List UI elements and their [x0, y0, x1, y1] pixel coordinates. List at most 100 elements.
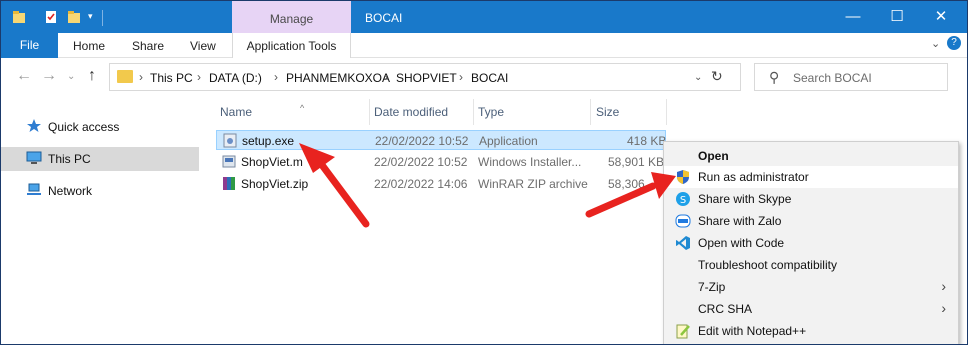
menu-item-label: Open	[698, 149, 729, 163]
file-size: 58,901 KB	[608, 155, 665, 169]
folder-icon	[117, 70, 133, 83]
menu-item-label: 7-Zip	[698, 280, 726, 294]
uac-shield-icon	[677, 170, 689, 184]
menu-item-label: CRC SHA	[698, 302, 753, 316]
forward-arrow-icon[interactable]: →	[41, 67, 57, 85]
crumb-separator: ›	[197, 70, 201, 84]
file-size: 418 KB	[627, 134, 667, 148]
menu-item-label: Open with Code	[698, 236, 785, 250]
tab-application-tools[interactable]: Application Tools	[232, 33, 351, 58]
file-size: 58,306	[608, 177, 645, 191]
crumb-separator: ›	[459, 70, 463, 84]
menu-item-label: Edit with Notepad++	[698, 324, 807, 338]
recent-locations-icon[interactable]: ⌄	[67, 71, 75, 82]
menu-item-crc-sha[interactable]: CRC SHA ›	[664, 298, 958, 320]
crumb-shopviet[interactable]: SHOPVIET	[396, 71, 457, 85]
file-type: Windows Installer...	[478, 155, 582, 169]
maximize-button[interactable]: ☐	[875, 1, 919, 33]
refresh-icon[interactable]: ↻	[711, 68, 723, 85]
crumb-data-d[interactable]: DATA (D:)	[209, 71, 262, 85]
help-icon[interactable]: ?	[947, 36, 961, 50]
sidebar-item-label: Network	[48, 184, 93, 198]
menu-item-share-with-zalo[interactable]: Share with Zalo	[664, 210, 958, 232]
file-date: 22/02/2022 14:06	[374, 177, 468, 191]
zalo-icon	[675, 214, 691, 228]
column-header-name[interactable]: ^ Name	[220, 103, 304, 119]
search-input[interactable]: ⚲ Search BOCAI	[754, 63, 948, 91]
sidebar-item-quick-access[interactable]: Quick access	[1, 115, 199, 139]
exe-icon	[223, 133, 237, 148]
tab-share[interactable]: Share	[132, 39, 164, 53]
address-row: ← → ⌄ ↑ › This PC › DATA (D:) › PHANMEMK…	[1, 59, 967, 95]
customize-quick-access-icon[interactable]: ▾	[88, 11, 102, 25]
tab-file[interactable]: File	[1, 33, 58, 58]
file-type: WinRAR ZIP archive	[478, 177, 588, 191]
file-name: ShopViet.zip	[241, 177, 309, 191]
column-header-type[interactable]: Type	[478, 105, 504, 119]
context-menu: Open Run as administrator S Share with S…	[663, 141, 959, 344]
table-row[interactable]: ShopViet.zip 22/02/2022 14:06 WinRAR ZIP…	[216, 174, 666, 194]
search-icon: ⚲	[769, 69, 780, 85]
crumb-separator: ›	[139, 70, 143, 84]
crumb-bocai[interactable]: BOCAI	[471, 71, 508, 85]
close-button[interactable]: ✕	[919, 1, 963, 33]
title-bar: ▾ Manage BOCAI — ☐ ✕	[1, 1, 967, 35]
address-bar[interactable]: › This PC › DATA (D:) › PHANMEMKOXOA › S…	[109, 63, 741, 91]
column-header-size[interactable]: Size	[596, 105, 619, 119]
chevron-right-icon: ›	[941, 278, 946, 294]
column-divider[interactable]	[666, 99, 667, 125]
menu-item-label: Run as administrator	[698, 170, 809, 184]
address-dropdown-icon[interactable]: ⌄	[694, 72, 702, 83]
file-name: ShopViet.m	[241, 155, 303, 169]
notepadpp-icon	[676, 324, 690, 339]
menu-item-share-with-skype[interactable]: S Share with Skype	[664, 188, 958, 210]
new-folder-icon[interactable]	[67, 10, 81, 24]
sidebar-item-label: This PC	[48, 152, 91, 166]
tab-manage[interactable]: Manage	[232, 1, 351, 35]
file-name: setup.exe	[242, 134, 295, 148]
file-date: 22/02/2022 10:52	[374, 155, 468, 169]
table-row[interactable]: ShopViet.m 22/02/2022 10:52 Windows Inst…	[216, 152, 666, 172]
menu-item-edit-with-notepadpp[interactable]: Edit with Notepad++	[664, 320, 958, 342]
minimize-button[interactable]: —	[831, 1, 875, 33]
menu-item-label: Share with Skype	[698, 192, 792, 206]
menu-item-label: Troubleshoot compatibility	[698, 258, 837, 272]
menu-item-open-with-code[interactable]: Open with Code	[664, 232, 958, 254]
crumb-separator: ›	[274, 70, 278, 84]
expand-ribbon-icon[interactable]: ⌄	[931, 37, 940, 50]
computer-icon	[26, 151, 42, 164]
menu-item-run-as-administrator[interactable]: Run as administrator	[664, 166, 958, 188]
ribbon-tabs: File Home Share View Application Tools ⌄…	[1, 33, 967, 58]
crumb-this-pc[interactable]: This PC	[150, 71, 193, 85]
svg-text:S: S	[680, 195, 686, 206]
file-date: 22/02/2022 10:52	[375, 134, 469, 148]
vscode-icon	[676, 236, 690, 250]
network-icon	[27, 183, 41, 195]
menu-item-troubleshoot-compatibility[interactable]: Troubleshoot compatibility	[664, 254, 958, 276]
menu-item-7zip[interactable]: 7-Zip ›	[664, 276, 958, 298]
crumb-phanmemkoxoa[interactable]: PHANMEMKOXOA	[286, 71, 390, 85]
search-placeholder: Search BOCAI	[793, 71, 872, 85]
sidebar-item-this-pc[interactable]: This PC	[1, 147, 199, 171]
zip-icon	[223, 177, 235, 190]
column-divider[interactable]	[473, 99, 474, 125]
star-icon	[27, 119, 41, 132]
tab-home[interactable]: Home	[73, 39, 105, 53]
back-arrow-icon[interactable]: ←	[16, 67, 32, 85]
skype-icon: S	[676, 192, 690, 206]
up-arrow-icon[interactable]: ↑	[88, 67, 96, 85]
explorer-window: ▾ Manage BOCAI — ☐ ✕ File Home Share Vie…	[0, 0, 968, 345]
sidebar-item-label: Quick access	[48, 120, 120, 134]
table-row[interactable]: setup.exe 22/02/2022 10:52 Application 4…	[216, 130, 666, 150]
properties-icon[interactable]	[44, 10, 58, 24]
column-header-date[interactable]: Date modified	[374, 105, 448, 119]
tab-view[interactable]: View	[190, 39, 216, 53]
menu-item-open[interactable]: Open	[664, 145, 958, 167]
column-divider[interactable]	[369, 99, 370, 125]
sidebar-item-network[interactable]: Network	[1, 179, 199, 203]
column-divider[interactable]	[590, 99, 591, 125]
navigation-pane: Quick access This PC Network	[1, 95, 206, 344]
folder-icon[interactable]	[12, 10, 26, 24]
separator	[102, 10, 103, 26]
window-title: BOCAI	[365, 11, 403, 25]
